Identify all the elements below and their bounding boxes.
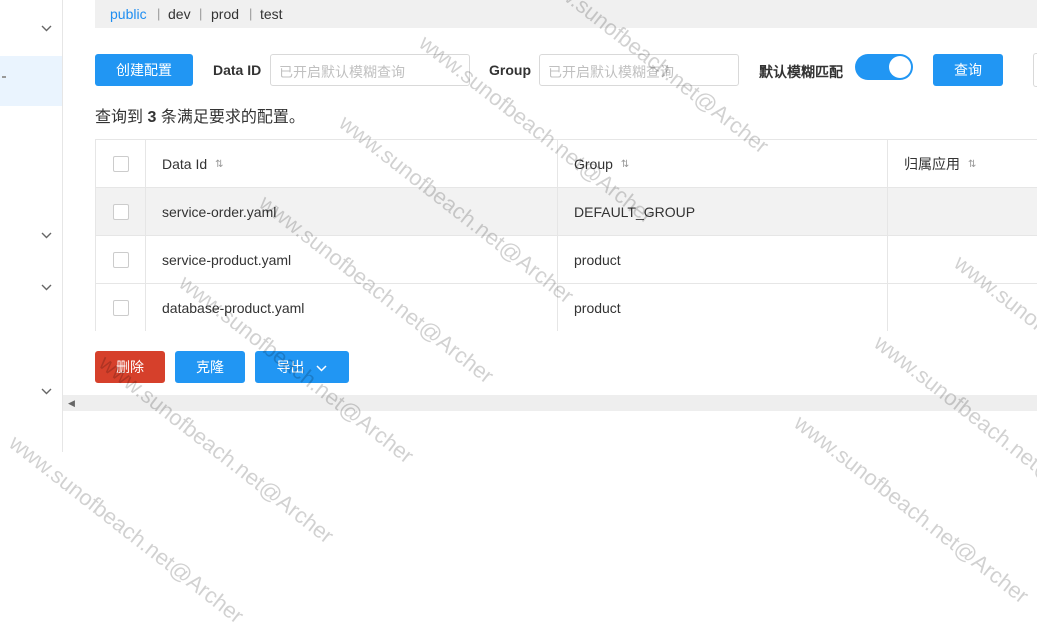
table-row[interactable]: service-product.yaml product bbox=[96, 236, 1037, 284]
row-checkbox[interactable] bbox=[113, 299, 129, 316]
config-table: Data Id ⇅ Group ⇅ 归属应用 ⇅ service-order.yaml… bbox=[95, 139, 1037, 331]
sort-icon[interactable]: ⇅ bbox=[968, 159, 976, 170]
result-prefix: 查询到 bbox=[95, 109, 144, 126]
chevron-down-icon bbox=[316, 365, 327, 372]
sidebar-item-2[interactable] bbox=[0, 212, 62, 262]
row-select-cell bbox=[96, 188, 146, 235]
chevron-down-icon bbox=[41, 232, 52, 241]
group-text: DEFAULT_GROUP bbox=[574, 203, 696, 220]
group-text: product bbox=[574, 299, 621, 316]
horizontal-scrollbar[interactable]: ◀ bbox=[63, 395, 1037, 411]
header-group[interactable]: Group ⇅ bbox=[558, 140, 888, 187]
fuzzy-match-label: 默认模糊匹配 bbox=[759, 64, 843, 80]
cell-dataid: service-order.yaml bbox=[146, 188, 558, 235]
cell-group: DEFAULT_GROUP bbox=[558, 188, 888, 235]
dataid-text: service-order.yaml bbox=[162, 203, 277, 220]
main-content: public | dev | prod | test 创建配置 Data ID … bbox=[63, 0, 1037, 452]
namespace-bar: public | dev | prod | test bbox=[95, 0, 1037, 28]
fuzzy-match-toggle[interactable] bbox=[855, 54, 913, 80]
dataid-label: Data ID bbox=[213, 62, 262, 78]
advanced-query-button[interactable] bbox=[1033, 53, 1037, 87]
dataid-text: service-product.yaml bbox=[162, 251, 292, 268]
cell-app bbox=[888, 188, 1037, 235]
header-app-label: 归属应用 bbox=[904, 155, 960, 172]
namespace-public[interactable]: public bbox=[110, 6, 147, 22]
header-dataid[interactable]: Data Id ⇅ bbox=[146, 140, 558, 187]
sort-icon[interactable]: ⇅ bbox=[215, 159, 223, 170]
header-app[interactable]: 归属应用 ⇅ bbox=[888, 140, 1037, 187]
header-group-label: Group bbox=[574, 155, 613, 172]
group-text: product bbox=[574, 251, 621, 268]
namespace-separator: | bbox=[157, 6, 161, 21]
sort-icon[interactable]: ⇅ bbox=[621, 159, 629, 170]
create-config-button[interactable]: 创建配置 bbox=[95, 54, 193, 86]
chevron-down-icon bbox=[41, 388, 52, 397]
table-row[interactable]: database-product.yaml product bbox=[96, 284, 1037, 331]
select-all-checkbox[interactable] bbox=[113, 155, 129, 172]
row-checkbox[interactable] bbox=[113, 203, 129, 220]
namespace-separator: | bbox=[199, 6, 203, 21]
toggle-knob bbox=[889, 56, 911, 78]
chevron-down-icon bbox=[41, 25, 52, 34]
delete-button[interactable]: 删除 bbox=[95, 351, 165, 383]
table-row[interactable]: service-order.yaml DEFAULT_GROUP bbox=[96, 188, 1037, 236]
sidebar-item-active[interactable] bbox=[0, 56, 62, 106]
row-select-cell bbox=[96, 284, 146, 331]
dataid-text: database-product.yaml bbox=[162, 299, 305, 316]
group-input[interactable]: 已开启默认模糊查询 bbox=[539, 54, 739, 86]
namespace-separator: | bbox=[249, 6, 253, 21]
sidebar-item-1[interactable] bbox=[0, 5, 62, 55]
watermark: www.sunofbeach.net@Archer bbox=[4, 430, 249, 629]
scroll-left-icon[interactable]: ◀ bbox=[68, 398, 75, 409]
namespace-dev[interactable]: dev bbox=[168, 6, 191, 22]
cell-dataid: database-product.yaml bbox=[146, 284, 558, 331]
header-select-cell bbox=[96, 140, 146, 187]
result-suffix: 条满足要求的配置。 bbox=[160, 109, 305, 126]
cell-app bbox=[888, 284, 1037, 331]
group-label: Group bbox=[489, 62, 531, 78]
namespace-test[interactable]: test bbox=[260, 6, 283, 22]
clone-button[interactable]: 克隆 bbox=[175, 351, 245, 383]
namespace-prod[interactable]: prod bbox=[211, 6, 239, 22]
dataid-input[interactable]: 已开启默认模糊查询 bbox=[270, 54, 470, 86]
table-header: Data Id ⇅ Group ⇅ 归属应用 ⇅ bbox=[96, 140, 1037, 188]
chevron-down-icon bbox=[41, 284, 52, 293]
header-dataid-label: Data Id bbox=[162, 155, 208, 172]
result-count: 3 bbox=[147, 109, 157, 126]
cell-group: product bbox=[558, 284, 888, 331]
export-button[interactable]: 导出 bbox=[255, 351, 349, 383]
sidebar-item-4[interactable] bbox=[0, 368, 62, 418]
sidebar-item-3[interactable] bbox=[0, 264, 62, 314]
row-checkbox[interactable] bbox=[113, 251, 129, 268]
cell-dataid: service-product.yaml bbox=[146, 236, 558, 283]
query-button[interactable]: 查询 bbox=[933, 54, 1003, 86]
cell-app bbox=[888, 236, 1037, 283]
sidebar bbox=[0, 0, 63, 452]
cell-group: product bbox=[558, 236, 888, 283]
result-summary: 查询到 3 条满足要求的配置。 bbox=[95, 103, 305, 127]
row-select-cell bbox=[96, 236, 146, 283]
menu-marker-icon bbox=[2, 76, 6, 78]
export-label: 导出 bbox=[276, 359, 305, 375]
